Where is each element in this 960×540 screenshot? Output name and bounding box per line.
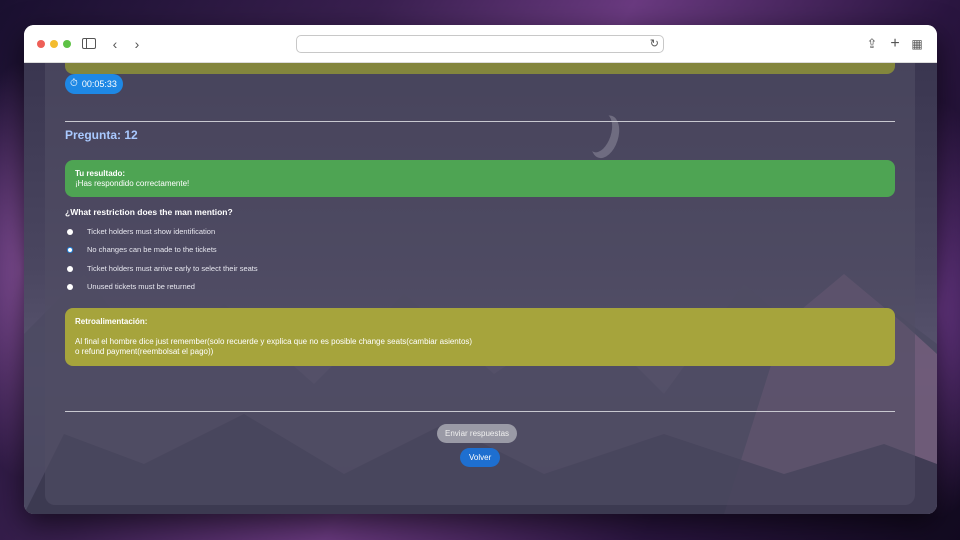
stopwatch-icon: ⏱: [70, 78, 78, 89]
divider-top: [65, 121, 895, 122]
zoom-window-button[interactable]: [63, 40, 71, 48]
back-icon[interactable]: ‹: [106, 35, 124, 53]
answer-option-label: Ticket holders must show identification: [87, 227, 216, 236]
question-number: Pregunta: 12: [65, 128, 138, 142]
answer-option[interactable]: Unused tickets must be returned: [67, 282, 195, 291]
back-button[interactable]: Volver: [460, 448, 501, 467]
feedback-text-line-1: Al final el hombre dice just remember(so…: [75, 337, 473, 346]
share-icon[interactable]: ⇪: [863, 35, 881, 53]
feedback-title: Retroalimentación:: [75, 317, 148, 326]
minimize-window-button[interactable]: [50, 40, 58, 48]
browser-toolbar: ‹ › ↻ ⇪ + ▦: [24, 25, 937, 63]
timer-badge: ⏱ 00:05:33: [65, 74, 123, 94]
tab-overview-icon[interactable]: ▦: [908, 35, 926, 53]
result-title: Tu resultado:: [75, 169, 126, 178]
submit-answers-button[interactable]: Enviar respuestas: [437, 424, 518, 443]
divider-bottom: [65, 411, 895, 412]
feedback-box: Retroalimentación: Al final el hombre di…: [65, 308, 895, 366]
answer-option[interactable]: No changes can be made to the tickets: [67, 245, 217, 254]
close-window-button[interactable]: [37, 40, 45, 48]
radio-button[interactable]: [67, 283, 73, 290]
quiz-card: ⏱ 00:05:33 Pregunta: 12 Tu resultado: ¡H…: [45, 63, 915, 505]
answer-option-label: Unused tickets must be returned: [87, 282, 195, 291]
radio-button[interactable]: [67, 265, 73, 272]
radio-button-selected[interactable]: [67, 246, 73, 253]
address-bar[interactable]: ↻: [296, 35, 664, 53]
feedback-text-line-2: o refund payment(reembolsat el pago)): [75, 347, 214, 356]
browser-window: ‹ › ↻ ⇪ + ▦ ⏱ 00:05:33 Pregunta: 12 Tu r…: [24, 25, 937, 514]
result-box: Tu resultado: ¡Has respondido correctame…: [65, 160, 895, 197]
answer-option-label: Ticket holders must arrive early to sele…: [87, 264, 258, 273]
forward-icon[interactable]: ›: [128, 35, 146, 53]
answer-option[interactable]: Ticket holders must arrive early to sele…: [67, 264, 258, 273]
sidebar-icon[interactable]: [82, 38, 96, 49]
timer-value: 00:05:33: [81, 79, 117, 89]
question-text: ¿What restriction does the man mention?: [65, 207, 233, 217]
radio-button[interactable]: [67, 228, 73, 235]
previous-feedback-banner: [65, 63, 895, 74]
answer-option[interactable]: Ticket holders must show identification: [67, 227, 215, 236]
new-tab-icon[interactable]: +: [886, 35, 904, 53]
page-viewport: ⏱ 00:05:33 Pregunta: 12 Tu resultado: ¡H…: [24, 63, 937, 514]
result-message: ¡Has respondido correctamente!: [75, 179, 190, 188]
reload-icon[interactable]: ↻: [650, 37, 659, 50]
answer-option-label: No changes can be made to the tickets: [87, 245, 217, 254]
